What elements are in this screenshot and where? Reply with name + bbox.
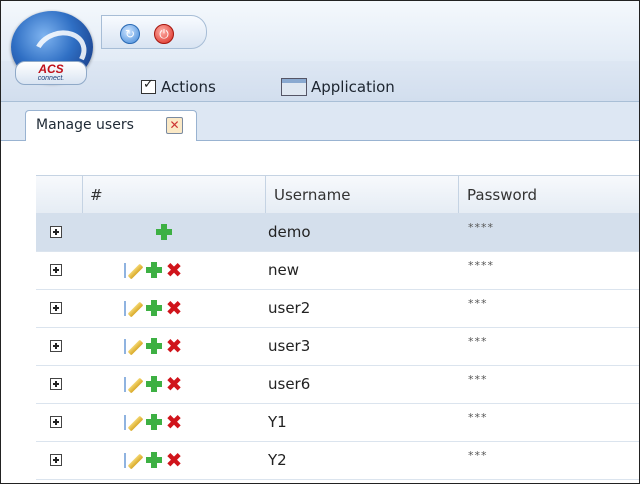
cell-password: ***	[468, 449, 488, 462]
cell-password: ****	[468, 259, 494, 272]
quick-access-toolbar: ↻ ⏻	[101, 15, 207, 49]
expand-row-icon[interactable]	[50, 226, 62, 238]
edit-icon[interactable]	[124, 298, 144, 318]
delete-icon[interactable]: ✖	[164, 298, 184, 318]
delete-icon[interactable]: ✖	[164, 260, 184, 280]
tab-label: Manage users	[36, 117, 134, 133]
edit-icon[interactable]	[124, 412, 144, 432]
delete-icon[interactable]: ✖	[164, 336, 184, 356]
title-strip	[1, 1, 639, 61]
table-row[interactable]: ✖ Y2 ***	[36, 441, 639, 480]
delete-icon[interactable]: ✖	[164, 450, 184, 470]
expand-row-icon[interactable]	[50, 378, 62, 390]
header-expand	[36, 176, 83, 214]
cell-username: new	[268, 261, 300, 279]
table-row[interactable]: ✖ user3 ***	[36, 327, 639, 366]
delete-icon[interactable]: ✖	[164, 412, 184, 432]
menu-actions-label: Actions	[161, 78, 216, 96]
add-icon[interactable]	[144, 298, 164, 318]
row-actions: ✖	[124, 336, 194, 356]
expand-row-icon[interactable]	[50, 416, 62, 428]
edit-icon[interactable]	[124, 374, 144, 394]
logo-text: ACS	[38, 62, 64, 76]
power-button[interactable]: ⏻	[154, 24, 174, 44]
cell-password: ***	[468, 335, 488, 348]
logo-subtext: connect.	[37, 75, 65, 82]
edit-icon[interactable]	[124, 260, 144, 280]
cell-username: Y1	[268, 413, 287, 431]
row-actions	[154, 222, 224, 242]
row-actions: ✖	[124, 298, 194, 318]
header-number[interactable]: #	[82, 176, 266, 214]
close-icon[interactable]: ✕	[166, 117, 183, 134]
expand-row-icon[interactable]	[50, 264, 62, 276]
add-icon[interactable]	[144, 374, 164, 394]
header-password[interactable]: Password	[459, 176, 639, 214]
grid-header: # Username Password	[36, 175, 639, 215]
edit-icon[interactable]	[124, 450, 144, 470]
cell-username: demo	[268, 223, 311, 241]
add-icon[interactable]	[144, 450, 164, 470]
expand-row-icon[interactable]	[50, 340, 62, 352]
delete-icon[interactable]: ✖	[164, 374, 184, 394]
menu-application[interactable]: Application	[281, 77, 395, 97]
row-actions: ✖	[124, 260, 194, 280]
app-window: ACS connect. ↻ ⏻ Actions Application Man…	[0, 0, 640, 484]
acs-logo: ACS connect.	[15, 61, 87, 85]
table-row[interactable]: ✖ new ****	[36, 251, 639, 290]
menu-actions[interactable]: Actions	[141, 77, 216, 97]
row-actions: ✖	[124, 412, 194, 432]
cell-username: user6	[268, 375, 311, 393]
cell-password: ***	[468, 373, 488, 386]
refresh-button[interactable]: ↻	[120, 24, 140, 44]
add-icon[interactable]	[144, 412, 164, 432]
row-actions: ✖	[124, 374, 194, 394]
cell-username: user3	[268, 337, 311, 355]
content-area: # Username Password demo **** ✖ new **** ✖ use…	[1, 141, 639, 483]
cell-username: Y2	[268, 451, 287, 469]
expand-row-icon[interactable]	[50, 454, 62, 466]
header-username[interactable]: Username	[266, 176, 459, 214]
row-actions: ✖	[124, 450, 194, 470]
top-bar: ACS connect. ↻ ⏻ Actions Application	[1, 1, 639, 102]
cell-password: ****	[468, 221, 494, 234]
table-row[interactable]: ✖ user2 ***	[36, 289, 639, 328]
cell-username: user2	[268, 299, 311, 317]
checkbox-icon	[141, 77, 156, 94]
refresh-icon: ↻	[124, 27, 136, 41]
table-row[interactable]: ✖ Y1 ***	[36, 403, 639, 442]
expand-row-icon[interactable]	[50, 302, 62, 314]
cell-password: ***	[468, 411, 488, 424]
cell-password: ***	[468, 297, 488, 310]
window-icon	[281, 78, 307, 96]
add-icon[interactable]	[154, 222, 174, 242]
table-row[interactable]: demo ****	[36, 213, 639, 252]
menu-application-label: Application	[311, 78, 395, 96]
add-icon[interactable]	[144, 336, 164, 356]
edit-icon[interactable]	[124, 336, 144, 356]
power-icon: ⏻	[159, 27, 169, 41]
tab-strip: Manage users ✕	[1, 102, 639, 141]
add-icon[interactable]	[144, 260, 164, 280]
table-row[interactable]: ✖ user6 ***	[36, 365, 639, 404]
tab-manage-users[interactable]: Manage users ✕	[25, 110, 197, 141]
